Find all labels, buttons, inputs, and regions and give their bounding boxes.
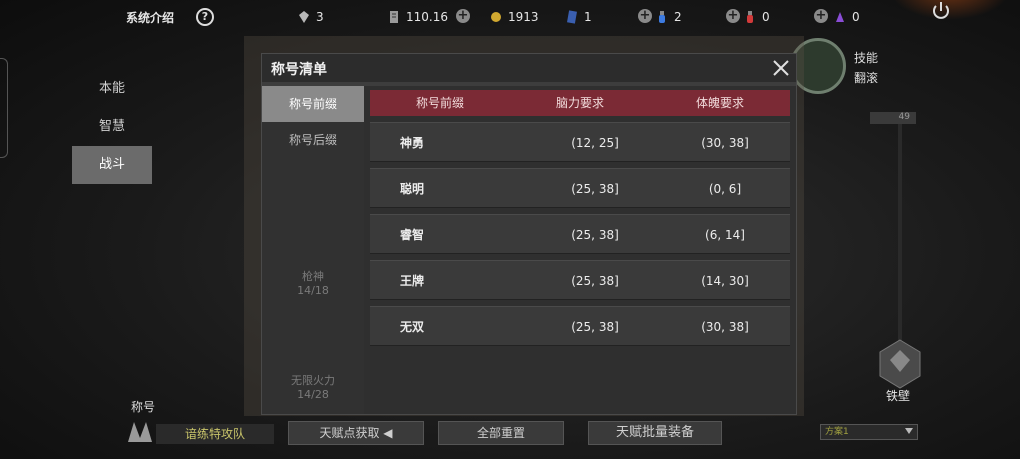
add-purple-potion-button[interactable]: + — [814, 9, 828, 23]
skill-name-label: 翻滚 — [854, 71, 879, 85]
resource-gold: 1913 — [490, 10, 539, 24]
ghost-item-firepower: 无限火力 14/28 — [278, 372, 348, 401]
cell-brain: (25, 38] — [571, 320, 619, 334]
resource-value: 0 — [762, 10, 770, 24]
cell-prefix: 王牌 — [400, 274, 425, 288]
resource-gem: 3 — [298, 10, 324, 24]
category-nav: 本能 智慧 战斗 — [72, 70, 152, 184]
resource-value: 3 — [316, 10, 324, 24]
chevron-down-icon — [905, 428, 913, 434]
plan-select-value: 方案1 — [825, 427, 849, 437]
ghost-item-gunslinger: 枪神 14/18 — [278, 268, 348, 297]
reset-all-button[interactable]: 全部重置 — [438, 421, 564, 445]
resource-red-potion: 0 — [744, 10, 770, 24]
scroll-icon — [390, 11, 398, 23]
add-scroll-button[interactable]: + — [456, 9, 470, 23]
resource-scroll: 110.16 — [388, 10, 448, 24]
table-row: 睿智 (25, 38] (6, 14] — [370, 214, 790, 254]
cell-brain: (25, 38] — [571, 274, 619, 288]
iron-wall-label: 铁壁 — [886, 389, 911, 403]
help-icon[interactable]: ? — [196, 8, 214, 26]
resource-value: 2 — [674, 10, 682, 24]
tab-suffix[interactable]: 称号后缀 — [262, 122, 364, 158]
nav-item-combat[interactable]: 战斗 — [72, 146, 152, 184]
dialog-title: 称号清单 — [271, 62, 327, 78]
table-row: 聪明 (25, 38] (0, 6] — [370, 168, 790, 208]
cell-brain: (12, 25] — [571, 136, 619, 150]
red-potion-icon — [747, 11, 753, 23]
header-body-req: 体魄要求 — [695, 96, 744, 110]
gold-coin-icon — [491, 12, 501, 22]
team-name-button[interactable]: 谙练特攻队 — [156, 424, 274, 444]
cell-prefix: 神勇 — [400, 136, 425, 150]
cell-body: (0, 6] — [708, 182, 742, 196]
cell-prefix: 睿智 — [400, 228, 425, 242]
table-header: 称号前缀 脑力要求 体魄要求 — [370, 90, 790, 116]
resource-value: 1913 — [508, 10, 539, 24]
title-list-dialog: 称号清单 称号前缀 称号后缀 枪神 14/18 无限火力 14/28 称号前缀 … — [262, 54, 796, 414]
talent-point-get-label: 天赋点获取 — [319, 426, 380, 440]
cell-body: (14, 30] — [701, 274, 749, 288]
cell-brain: (25, 38] — [571, 182, 619, 196]
skill-tree-line — [898, 124, 902, 354]
blue-potion-icon — [659, 11, 665, 23]
talent-point-get-button[interactable]: 天赋点获取 ◀ — [288, 421, 424, 445]
cell-body: (30, 38] — [701, 136, 749, 150]
dialog-header: 称号清单 — [262, 54, 796, 82]
batch-equip-button[interactable]: 天赋批量装备 — [588, 421, 722, 445]
cell-prefix: 无双 — [400, 320, 425, 334]
ghost-item-count: 14/28 — [297, 388, 329, 401]
device-edge — [0, 58, 8, 158]
table-rows: 神勇 (12, 25] (30, 38] 聪明 (25, 38] (0, 6] … — [370, 122, 790, 352]
top-bar: 系统介绍 ? 3 110.16 + 1913 1 + 2 + 0 + 0 — [0, 0, 1020, 34]
resource-value: 0 — [852, 10, 860, 24]
close-icon[interactable] — [770, 57, 792, 79]
resource-purple-potion: 0 — [834, 10, 860, 24]
resource-card: 1 — [566, 10, 592, 24]
resource-blue-potion: 2 — [656, 10, 682, 24]
resource-value: 1 — [584, 10, 592, 24]
purple-potion-icon — [836, 12, 844, 22]
header-prefix: 称号前缀 — [415, 96, 464, 110]
nav-item-wisdom[interactable]: 智慧 — [72, 108, 152, 146]
add-blue-potion-button[interactable]: + — [638, 9, 652, 23]
header-brain-req: 脑力要求 — [555, 96, 604, 110]
skill-labels: 技能 翻滚 — [854, 48, 878, 88]
ghost-item-name: 枪神 — [302, 270, 324, 283]
skill-label: 技能 — [854, 51, 879, 65]
add-red-potion-button[interactable]: + — [726, 9, 740, 23]
plan-select[interactable]: 方案1 — [820, 424, 918, 440]
cell-body: (6, 14] — [705, 228, 745, 242]
title-section-label: 称号 — [131, 400, 156, 414]
gem-icon — [299, 11, 309, 23]
table-row: 无双 (25, 38] (30, 38] — [370, 306, 790, 346]
ghost-item-name: 无限火力 — [291, 374, 335, 387]
table-row: 神勇 (12, 25] (30, 38] — [370, 122, 790, 162]
title-table: 称号前缀 脑力要求 体魄要求 神勇 (12, 25] (30, 38] 聪明 (… — [364, 86, 796, 414]
power-icon[interactable] — [930, 0, 952, 22]
nav-item-instinct[interactable]: 本能 — [72, 70, 152, 108]
team-emblem-icon — [128, 422, 152, 442]
dialog-tabs: 称号前缀 称号后缀 枪神 14/18 无限火力 14/28 — [262, 86, 364, 414]
cell-body: (30, 38] — [701, 320, 749, 334]
card-icon — [567, 10, 577, 24]
cell-prefix: 聪明 — [400, 182, 425, 196]
system-intro-title[interactable]: 系统介绍 — [126, 9, 174, 26]
resource-value: 110.16 — [406, 10, 448, 24]
caret-left-icon: ◀ — [383, 426, 393, 440]
skill-level-bar: 49 — [870, 112, 916, 124]
cell-brain: (25, 38] — [571, 228, 619, 242]
ghost-item-count: 14/18 — [297, 284, 329, 297]
tab-prefix[interactable]: 称号前缀 — [262, 86, 364, 122]
table-row: 王牌 (25, 38] (14, 30] — [370, 260, 790, 300]
